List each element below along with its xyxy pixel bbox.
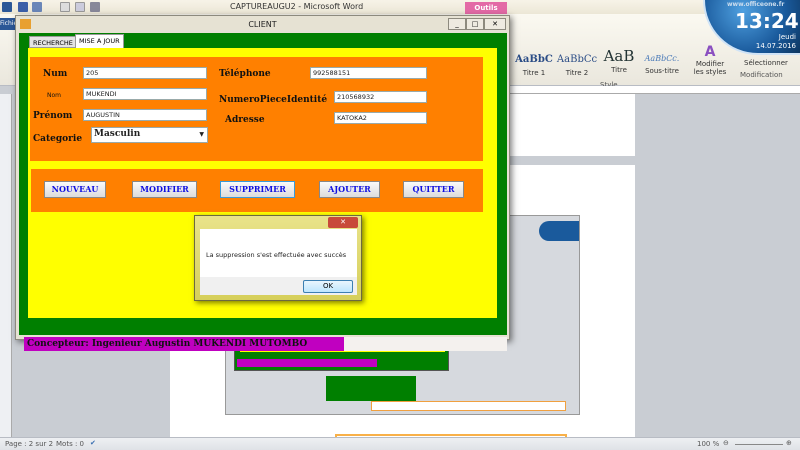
dialog-close-button[interactable]: ✕	[328, 217, 358, 228]
telephone-input[interactable]: 992588151	[310, 67, 427, 79]
message-dialog: ✕ La suppression s'est effectuée avec su…	[194, 215, 362, 301]
word-count[interactable]: Mots : 0	[56, 440, 84, 448]
nom-input[interactable]: MUKENDI	[83, 88, 207, 100]
status-strip	[344, 337, 507, 351]
modifier-button[interactable]: MODIFIER	[132, 181, 197, 198]
select-button[interactable]: Sélectionner	[744, 59, 788, 67]
modification-group-label: Modification	[740, 71, 783, 79]
categorie-select[interactable]: Masculin ▼	[91, 127, 208, 143]
num-label: Num	[43, 69, 68, 79]
page-count[interactable]: Page : 2 sur 2	[5, 440, 53, 448]
prenom-input[interactable]: AUGUSTIN	[83, 109, 207, 121]
tab-recherche[interactable]: RECHERCHE	[29, 36, 77, 48]
style-sous-titre[interactable]: AaBbCc. Sous-titre	[640, 54, 684, 75]
maximize-button[interactable]: □	[466, 18, 484, 30]
adresse-label: Adresse	[225, 115, 265, 125]
piece-identite-input[interactable]: 210568932	[334, 91, 427, 103]
zoom-slider[interactable]	[735, 444, 783, 445]
zoom-out-icon[interactable]: ⊖	[723, 439, 729, 447]
adresse-input[interactable]: KATOKA2	[334, 112, 427, 124]
nouveau-button[interactable]: NOUVEAU	[44, 181, 106, 198]
style-titre1[interactable]: AaBbC Titre 1	[512, 54, 556, 77]
categorie-label: Categorie	[33, 134, 83, 144]
zoom-in-icon[interactable]: ⊕	[786, 439, 792, 447]
status-bar: Page : 2 sur 2 Mots : 0 ✔ 100 % ⊖ ⊕	[0, 437, 800, 450]
ok-button[interactable]: OK	[303, 280, 353, 293]
word-icon	[2, 2, 12, 12]
dialog-message: La suppression s'est effectuée avec succ…	[206, 251, 347, 259]
prenom-label: Prénom	[33, 111, 73, 121]
app-icon	[20, 19, 31, 29]
close-button[interactable]: ✕	[484, 18, 506, 30]
new-icon[interactable]	[60, 2, 70, 12]
telephone-label: Téléphone	[219, 69, 271, 79]
style-titre2[interactable]: AaBbCc Titre 2	[555, 54, 599, 77]
proofing-icon[interactable]: ✔	[90, 439, 96, 447]
minimize-button[interactable]: _	[448, 18, 466, 30]
print-preview-icon[interactable]	[75, 2, 85, 12]
print-icon[interactable]	[90, 2, 100, 12]
buttons-panel: NOUVEAU MODIFIER SUPPRIMER AJOUTER QUITT…	[31, 169, 483, 212]
contextual-tab-picture-tools[interactable]: Outils Image	[465, 2, 507, 24]
fields-panel: Num 205 Nom MUKENDI Prénom AUGUSTIN Cate…	[30, 57, 483, 161]
client-window-title: CLIENT	[248, 20, 277, 29]
zoom-level[interactable]: 100 %	[697, 440, 719, 448]
word-title-bar: CAPTUREAUGU2 - Microsoft Word Outils Ima…	[0, 0, 800, 24]
style-titre[interactable]: AaB Titre	[597, 47, 641, 74]
window-title: CAPTUREAUGU2 - Microsoft Word	[230, 2, 364, 11]
quitter-button[interactable]: QUITTER	[403, 181, 464, 198]
ajouter-button[interactable]: AJOUTER	[319, 181, 380, 198]
tab-mise-a-jour[interactable]: MISE A JOUR	[75, 34, 124, 48]
modify-styles-button[interactable]: A Modifier les styles	[690, 44, 730, 76]
undo-icon[interactable]	[32, 2, 42, 12]
vertical-ruler[interactable]	[0, 94, 12, 437]
piece-identite-label: NumeroPieceIdentité	[219, 95, 328, 105]
chevron-down-icon: ▼	[199, 131, 204, 138]
styles-icon: A	[704, 44, 716, 60]
num-input[interactable]: 205	[83, 67, 207, 79]
designer-credit: Concepteur: Ingenieur Augustin MUKENDI M…	[24, 337, 344, 351]
supprimer-button[interactable]: SUPPRIMER	[220, 181, 295, 198]
nom-label: Nom	[47, 92, 62, 99]
save-icon[interactable]	[18, 2, 28, 12]
